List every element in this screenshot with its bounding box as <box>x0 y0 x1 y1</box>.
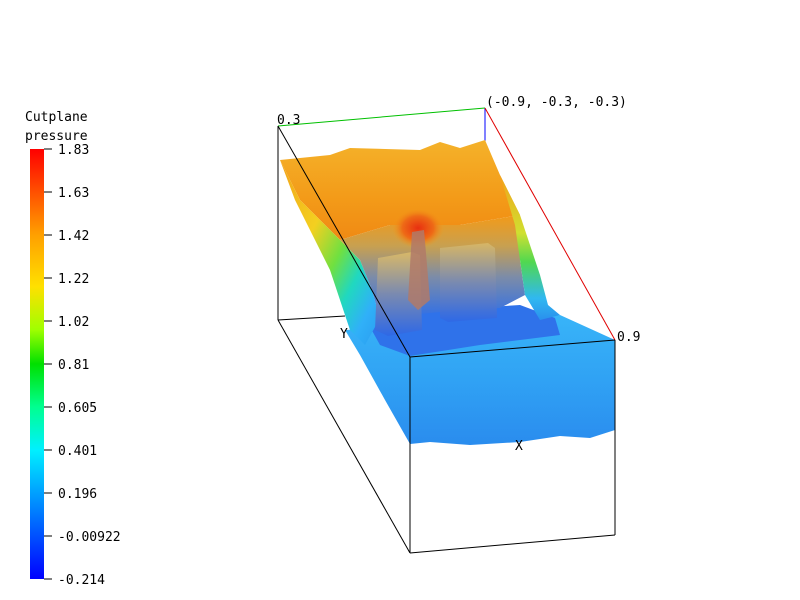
legend-ticks: 1.83 1.63 1.42 1.22 1.02 0.81 0.605 0.401 0.196 -… <box>44 143 121 588</box>
corner-coordinate-label: (-0.9, -0.3, -0.3) <box>486 95 627 110</box>
legend-tick-label: 0.605 <box>58 401 97 416</box>
top-axis-label: 0.3 <box>277 113 300 128</box>
legend-title-line1: Cutplane <box>25 110 88 125</box>
y-axis-label: Y <box>340 327 348 342</box>
color-legend: Cutplane pressure 1.83 1.63 1.42 1.22 1.02 0.… <box>25 110 121 588</box>
legend-tick-label: -0.00922 <box>58 530 121 545</box>
legend-color-bar <box>30 149 44 579</box>
box-edge-top-back <box>277 107 486 127</box>
right-axis-label: 0.9 <box>617 330 640 345</box>
legend-tick-label: 1.63 <box>58 186 89 201</box>
surface-pillar-center <box>440 243 497 322</box>
x-axis-label: X <box>515 439 523 454</box>
legend-tick-label: 0.401 <box>58 444 97 459</box>
legend-tick-label: 1.22 <box>58 272 89 287</box>
viewport[interactable]: Cutplane pressure 1.83 1.63 1.42 1.22 1.02 0.… <box>0 0 800 600</box>
legend-tick-label: 1.02 <box>58 315 89 330</box>
legend-tick-label: -0.214 <box>58 573 105 588</box>
box-edge-bottom-front <box>409 534 616 554</box>
legend-title-line2: pressure <box>25 129 88 144</box>
legend-tick-label: 1.83 <box>58 143 89 158</box>
legend-tick-label: 1.42 <box>58 229 89 244</box>
box-edge-bottom-back <box>277 315 346 321</box>
pressure-surface <box>280 140 615 445</box>
legend-tick-label: 0.196 <box>58 487 97 502</box>
legend-tick-label: 0.81 <box>58 358 89 373</box>
